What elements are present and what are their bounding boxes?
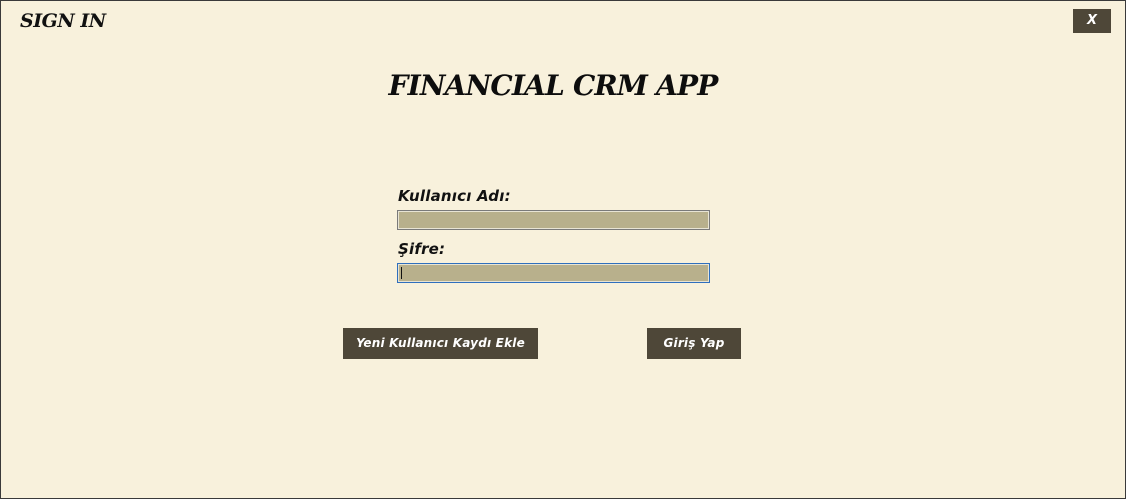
app-title: FINANCIAL CRM APP — [388, 69, 719, 102]
password-input[interactable] — [397, 263, 710, 283]
add-new-user-button[interactable]: Yeni Kullanıcı Kaydı Ekle — [343, 328, 538, 359]
username-label: Kullanıcı Adı: — [398, 187, 511, 205]
text-cursor — [401, 267, 402, 279]
username-input[interactable] — [397, 210, 710, 230]
login-button[interactable]: Giriş Yap — [647, 328, 741, 359]
close-button[interactable]: X — [1073, 9, 1111, 33]
password-label: Şifre: — [398, 240, 446, 258]
window-title: SIGN IN — [20, 10, 106, 32]
sign-in-window: SIGN IN X FINANCIAL CRM APP Kullanıcı Ad… — [0, 0, 1126, 499]
